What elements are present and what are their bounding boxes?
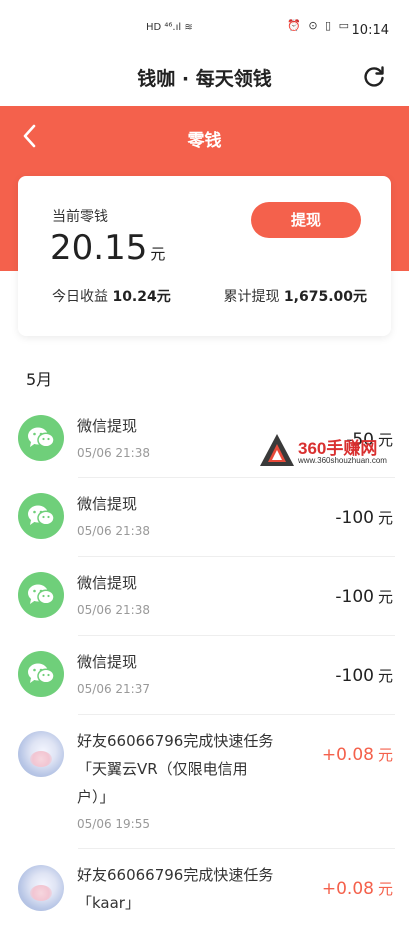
item-time: 05/06 19:55 bbox=[77, 817, 150, 831]
item-amount-value: +0.08 bbox=[321, 745, 374, 765]
item-title-line2: 「kaar」 bbox=[77, 894, 140, 912]
item-title-line1: 好友66066796完成快速任务 bbox=[77, 866, 274, 884]
month-header: 5月 bbox=[26, 370, 53, 389]
item-amount: -100 元 bbox=[335, 507, 393, 528]
app-header: 钱咖 · 每天领钱 bbox=[0, 50, 409, 106]
item-amount: +0.08 元 bbox=[322, 878, 393, 899]
list-item[interactable]: 好友66066796完成快速任务 「kaar」 +0.08 元 bbox=[0, 849, 409, 939]
item-amount-value: -100 bbox=[335, 508, 374, 528]
item-amount-unit: 元 bbox=[377, 509, 393, 527]
list-item[interactable]: 微信提现 05/06 21:37 -100 元 bbox=[0, 636, 409, 715]
item-title: 微信提现 bbox=[77, 574, 138, 592]
item-time: 05/06 21:38 bbox=[77, 603, 150, 617]
item-amount-unit: 元 bbox=[377, 588, 393, 606]
item-amount-value: +0.08 bbox=[321, 879, 374, 899]
total-withdrawn: 累计提现 1,675.00元 bbox=[223, 286, 367, 306]
signal-icons: HD ⁴⁶.ıl ≋ bbox=[146, 22, 193, 33]
total-withdrawn-label: 累计提现 bbox=[223, 289, 280, 305]
item-amount-value: -100 bbox=[335, 666, 374, 686]
item-amount-value: -100 bbox=[335, 587, 374, 607]
item-amount-unit: 元 bbox=[377, 746, 393, 764]
item-title: 微信提现 bbox=[77, 417, 138, 435]
item-time: 05/06 21:38 bbox=[77, 524, 150, 538]
today-earnings: 今日收益 10.24元 bbox=[52, 286, 171, 306]
refresh-icon[interactable] bbox=[361, 64, 387, 90]
item-amount: -100 元 bbox=[335, 665, 393, 686]
balance-unit: 元 bbox=[150, 245, 166, 263]
balance-amount: 20.15 元 bbox=[50, 228, 165, 268]
item-amount-unit: 元 bbox=[377, 880, 393, 898]
withdraw-button[interactable]: 提现 bbox=[251, 202, 361, 238]
status-bar: HD ⁴⁶.ıl ≋ ⏰ ⊙ ▯ ▭ 10:14 bbox=[0, 0, 409, 50]
list-item[interactable]: 微信提现 05/06 21:38 -100 元 bbox=[0, 478, 409, 557]
watermark: 360手赚网 www.360shouzhuan.com bbox=[258, 430, 396, 470]
friend-avatar bbox=[18, 731, 64, 777]
item-time: 05/06 21:38 bbox=[77, 446, 150, 460]
item-amount: -100 元 bbox=[335, 586, 393, 607]
item-amount: +0.08 元 bbox=[322, 744, 393, 765]
wechat-icon bbox=[18, 493, 64, 539]
system-icons: ⏰ ⊙ ▯ ▭ bbox=[287, 19, 351, 32]
watermark-logo-icon bbox=[260, 434, 294, 466]
balance-card: 当前零钱 20.15 元 提现 今日收益 10.24元 累计提现 1,675.00… bbox=[18, 176, 391, 336]
today-earnings-value: 10.24元 bbox=[112, 289, 171, 305]
app-title: 钱咖 · 每天领钱 bbox=[137, 68, 272, 90]
item-title: 微信提现 bbox=[77, 495, 138, 513]
wechat-icon bbox=[18, 651, 64, 697]
wechat-icon bbox=[18, 572, 64, 618]
item-title-line2: 「天翼云VR（仅限电信用 bbox=[77, 760, 248, 778]
list-item[interactable]: 微信提现 05/06 21:38 -100 元 bbox=[0, 557, 409, 636]
transaction-list: 微信提现 05/06 21:38 -50 元 微信提现 05/06 21:38 -… bbox=[0, 400, 409, 939]
today-earnings-label: 今日收益 bbox=[52, 289, 108, 305]
page-title: 零钱 bbox=[187, 131, 222, 151]
item-title-line1: 好友66066796完成快速任务 bbox=[77, 732, 274, 750]
friend-avatar bbox=[18, 865, 64, 911]
total-withdrawn-value: 1,675.00元 bbox=[283, 289, 367, 305]
balance-value: 20.15 bbox=[50, 228, 148, 268]
clock: 10:14 bbox=[351, 23, 389, 38]
balance-label: 当前零钱 bbox=[52, 209, 108, 225]
list-item[interactable]: 好友66066796完成快速任务 「天翼云VR（仅限电信用 户）」 05/06 … bbox=[0, 715, 409, 849]
item-title: 微信提现 bbox=[77, 653, 138, 671]
watermark-url: www.360shouzhuan.com bbox=[298, 456, 387, 465]
item-title-line3: 户）」 bbox=[77, 788, 115, 806]
wechat-icon bbox=[18, 415, 64, 461]
item-amount-unit: 元 bbox=[377, 667, 393, 685]
item-time: 05/06 21:37 bbox=[77, 682, 150, 696]
